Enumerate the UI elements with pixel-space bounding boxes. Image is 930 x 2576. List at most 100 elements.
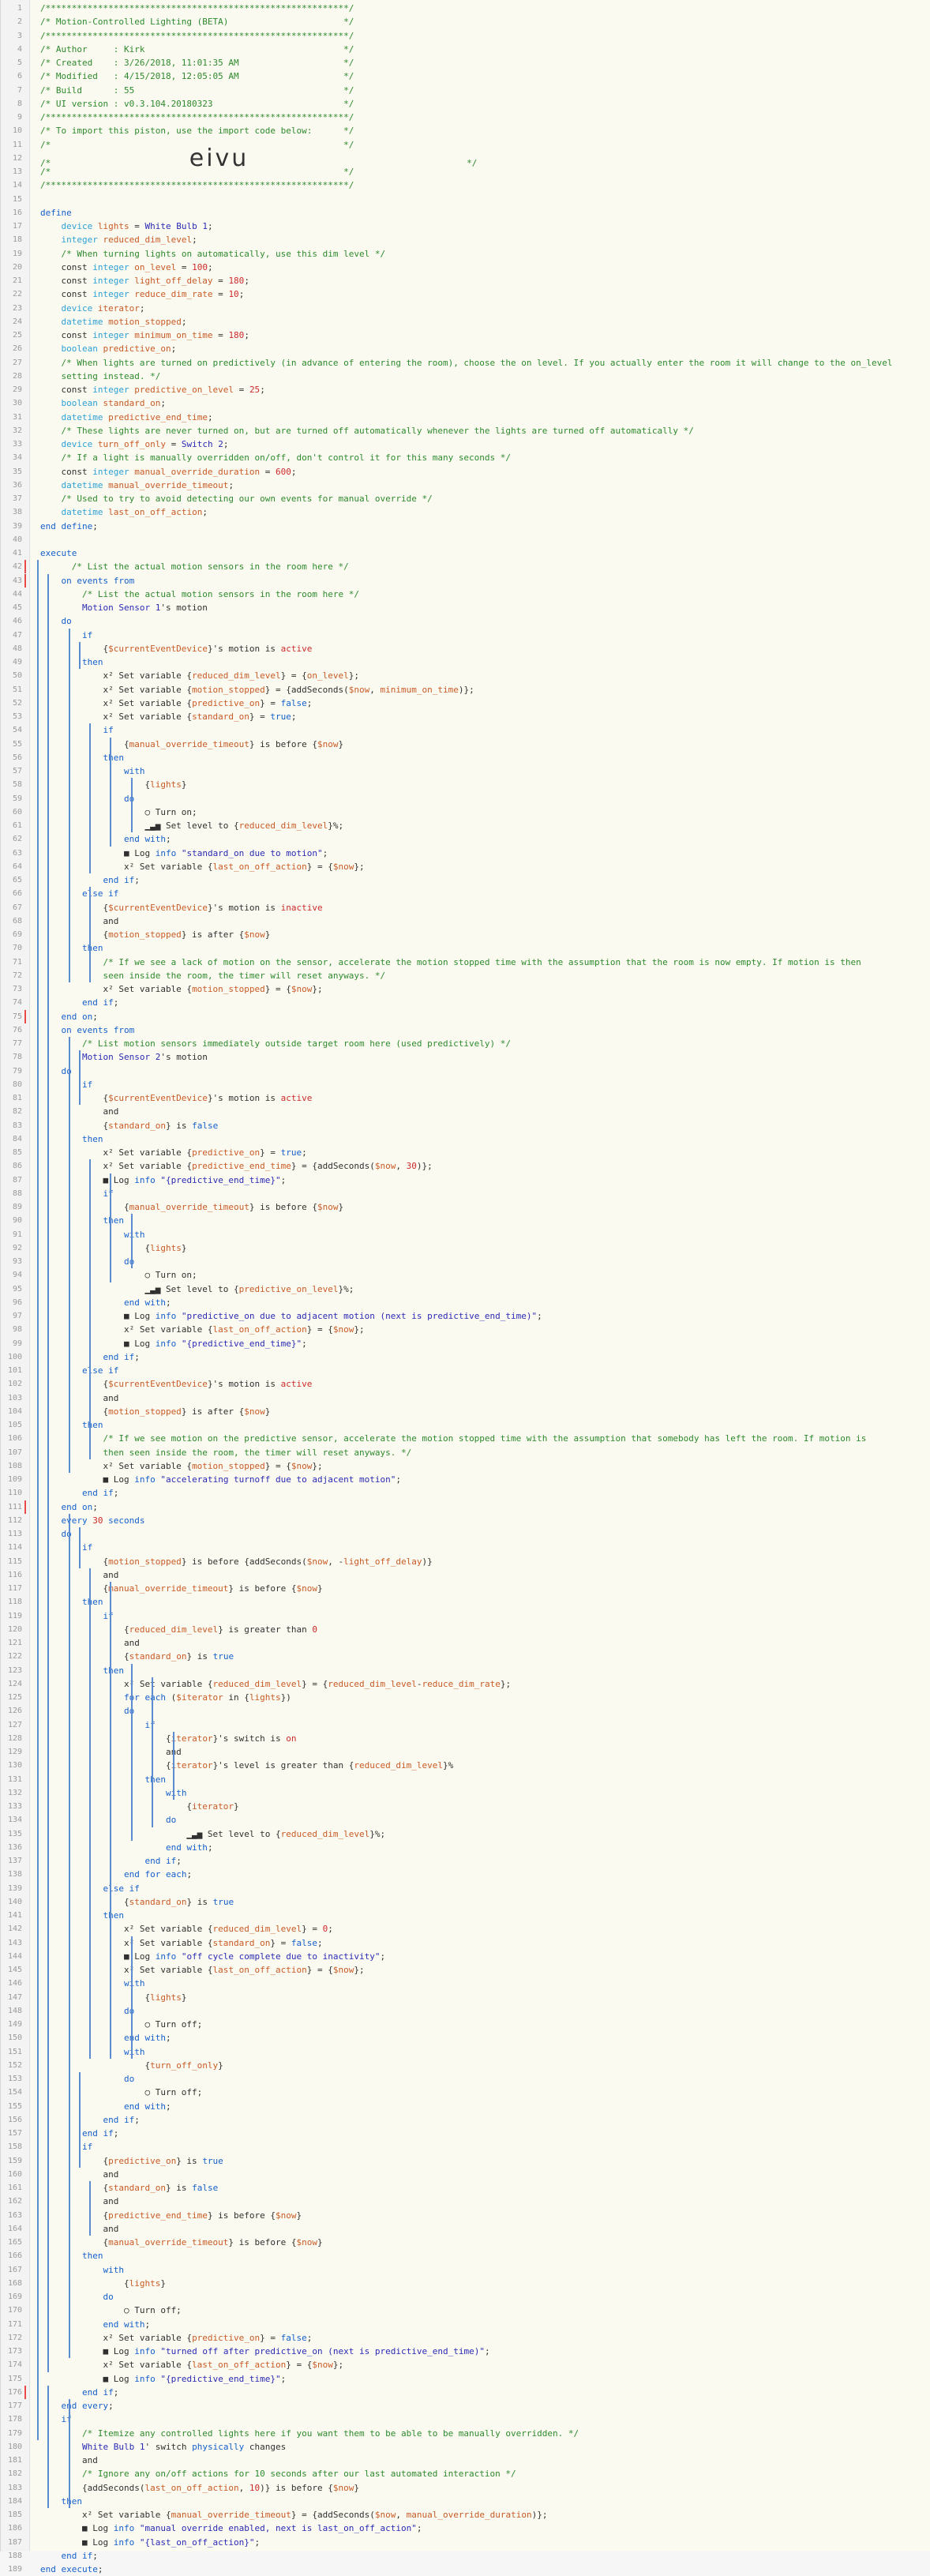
code-line[interactable]: /* These lights are never turned on, but…: [40, 424, 906, 437]
code-line[interactable]: Motion Sensor 2's motion: [40, 1050, 906, 1064]
code-line[interactable]: device iterator;: [40, 302, 906, 315]
code-line[interactable]: const integer on_level = 100;: [40, 261, 906, 274]
code-line[interactable]: {motion_stopped} is after {$now}: [40, 1405, 906, 1418]
code-line[interactable]: /* When turning lights on automatically,…: [40, 247, 906, 261]
code-line[interactable]: end for each;: [40, 1868, 906, 1881]
code-line[interactable]: then: [40, 941, 906, 955]
code-line[interactable]: define: [40, 206, 906, 220]
code-line[interactable]: /***************************************…: [40, 29, 906, 43]
code-line[interactable]: x² Set variable {predictive_on} = false;: [40, 2331, 906, 2345]
code-line[interactable]: and: [40, 2195, 906, 2208]
code-line[interactable]: /* Ignore any on/off actions for 10 seco…: [40, 2467, 906, 2480]
code-line[interactable]: then: [40, 2249, 906, 2262]
code-line[interactable]: if: [40, 1078, 906, 1091]
code-line[interactable]: White Bulb 1' switch physically changes: [40, 2440, 906, 2454]
code-line[interactable]: end with;: [40, 1841, 906, 1854]
code-line[interactable]: then: [40, 1909, 906, 1922]
code-line[interactable]: {predictive_on} is true: [40, 2154, 906, 2168]
code-line[interactable]: end define;: [40, 520, 906, 533]
code-line[interactable]: const integer minimum_on_time = 180;: [40, 329, 906, 342]
code-line[interactable]: /***************************************…: [40, 111, 906, 124]
code-line[interactable]: then: [40, 751, 906, 764]
code-line[interactable]: and: [40, 2222, 906, 2236]
code-line[interactable]: then: [40, 1773, 906, 1786]
code-line[interactable]: {manual_override_timeout} is before {$no…: [40, 1582, 906, 1595]
code-line[interactable]: then: [40, 1664, 906, 1677]
code-line[interactable]: with: [40, 1228, 906, 1241]
code-line[interactable]: end on;: [40, 1500, 906, 1514]
code-line[interactable]: const integer predictive_on_level = 25;: [40, 383, 906, 396]
code-line[interactable]: do: [40, 2290, 906, 2304]
code-line[interactable]: then: [40, 1418, 906, 1432]
code-line[interactable]: do: [40, 1813, 906, 1827]
code-line[interactable]: ○ Turn on;: [40, 1268, 906, 1282]
code-line[interactable]: and: [40, 914, 906, 928]
code-line[interactable]: {motion_stopped} is after {$now}: [40, 928, 906, 941]
code-line[interactable]: end if;: [40, 873, 906, 887]
code-line[interactable]: end with;: [40, 2318, 906, 2331]
code-line[interactable]: {lights}: [40, 778, 906, 791]
code-line[interactable]: ▁▃▅ Set level to {reduced_dim_level}%;: [40, 1827, 906, 1841]
code-line[interactable]: /* Used to try to avoid detecting our ow…: [40, 492, 906, 505]
code-line[interactable]: do: [40, 792, 906, 805]
code-line[interactable]: /* To import this piston, use the import…: [40, 124, 906, 137]
code-line[interactable]: {lights}: [40, 1991, 906, 2004]
code-line[interactable]: on events from: [40, 1023, 906, 1037]
code-line[interactable]: then seen inside the room, the timer wil…: [40, 1446, 906, 1459]
code-line[interactable]: end if;: [40, 2113, 906, 2127]
block-marker[interactable]: [24, 573, 26, 588]
code-line[interactable]: const integer reduce_dim_rate = 10;: [40, 287, 906, 301]
code-line[interactable]: ○ Turn off;: [40, 2018, 906, 2031]
code-line[interactable]: datetime last_on_off_action;: [40, 505, 906, 519]
code-line[interactable]: ■ Log info "{predictive_end_time}";: [40, 1337, 906, 1350]
code-line[interactable]: and: [40, 1745, 906, 1759]
code-line[interactable]: x² Set variable {last_on_off_action} = {…: [40, 2358, 906, 2371]
code-line[interactable]: /* If we see a lack of motion on the sen…: [40, 956, 906, 969]
code-line[interactable]: ■ Log info "{predictive_end_time}";: [40, 2372, 906, 2386]
code-line[interactable]: {predictive_end_time} is before {$now}: [40, 2209, 906, 2222]
code-line[interactable]: {lights}: [40, 2277, 906, 2290]
code-line[interactable]: with: [40, 1786, 906, 1800]
code-line[interactable]: Motion Sensor 1's motion: [40, 601, 906, 614]
code-line[interactable]: ■ Log info "turned off after predictive_…: [40, 2345, 906, 2358]
code-line[interactable]: do: [40, 1065, 906, 1078]
code-line[interactable]: ■ Log info "manual override enabled, nex…: [40, 2522, 906, 2535]
code-line[interactable]: /* Build : 55 */: [40, 84, 906, 97]
code-line[interactable]: x² Set variable {reduced_dim_level} = {r…: [40, 1677, 906, 1691]
code-line[interactable]: end if;: [40, 2386, 906, 2399]
code-line[interactable]: /* List motion sensors immediately outsi…: [40, 1037, 906, 1050]
block-marker[interactable]: [24, 1500, 26, 1514]
code-line[interactable]: every 30 seconds: [40, 1514, 906, 1527]
code-line[interactable]: else if: [40, 1364, 906, 1377]
code-line[interactable]: /* Author : Kirk */: [40, 43, 906, 56]
code-line[interactable]: x² Set variable {reduced_dim_level} = 0;: [40, 1922, 906, 1936]
code-line[interactable]: {standard_on} is false: [40, 1119, 906, 1132]
code-line[interactable]: then: [40, 1132, 906, 1146]
code-line[interactable]: ■ Log info "accelerating turnoff due to …: [40, 1473, 906, 1486]
code-line[interactable]: x² Set variable {motion_stopped} = {addS…: [40, 683, 906, 697]
code-line[interactable]: ■ Log info "standard_on due to motion";: [40, 847, 906, 860]
code-line[interactable]: {manual_override_timeout} is before {$no…: [40, 2236, 906, 2249]
code-line[interactable]: x² Set variable {reduced_dim_level} = {o…: [40, 669, 906, 682]
code-line[interactable]: datetime manual_override_timeout;: [40, 479, 906, 492]
block-marker[interactable]: [24, 560, 26, 574]
code-line[interactable]: end every;: [40, 2399, 906, 2413]
code-line[interactable]: and: [40, 1636, 906, 1650]
code-line[interactable]: const integer light_off_delay = 180;: [40, 274, 906, 287]
code-line[interactable]: datetime predictive_end_time;: [40, 411, 906, 424]
code-line[interactable]: {reduced_dim_level} is greater than 0: [40, 1623, 906, 1636]
code-line[interactable]: /* Itemize any controlled lights here if…: [40, 2427, 906, 2440]
code-line[interactable]: setting instead. */: [40, 370, 906, 383]
code-line[interactable]: with: [40, 1977, 906, 1990]
code-line[interactable]: else if: [40, 1882, 906, 1895]
code-line[interactable]: end if;: [40, 2127, 906, 2140]
code-line[interactable]: {$currentEventDevice}'s motion is active: [40, 642, 906, 655]
code-line[interactable]: then: [40, 2495, 906, 2508]
code-line[interactable]: ■ Log info "predictive_on due to adjacen…: [40, 1309, 906, 1323]
code-line[interactable]: /* */: [40, 165, 906, 178]
code-line[interactable]: do: [40, 2004, 906, 2018]
code-line[interactable]: {manual_override_timeout} is before {$no…: [40, 738, 906, 751]
code-line[interactable]: end if;: [40, 2549, 906, 2563]
code-line[interactable]: end with;: [40, 2100, 906, 2113]
code-line[interactable]: boolean predictive_on;: [40, 342, 906, 355]
